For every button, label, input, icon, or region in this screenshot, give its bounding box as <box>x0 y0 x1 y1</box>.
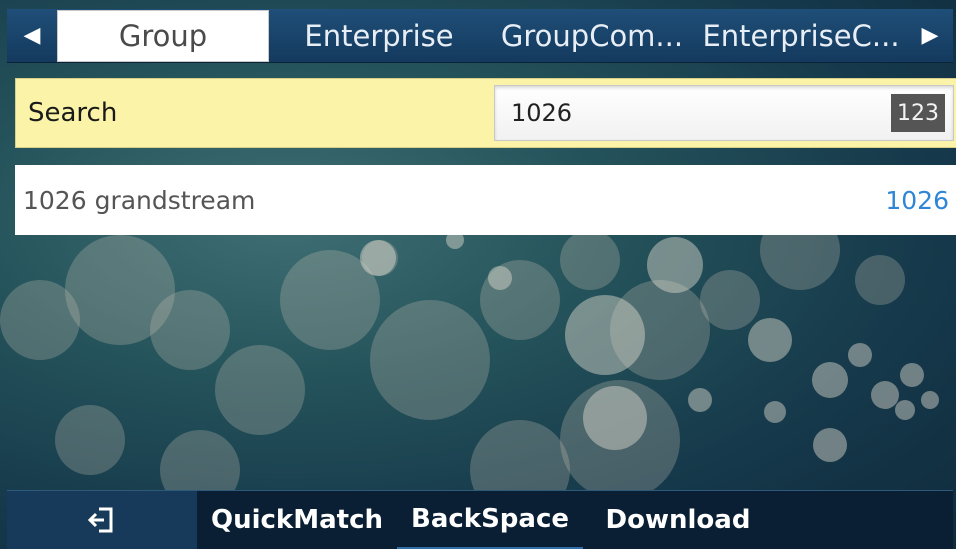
contact-number: 1026 <box>885 185 949 215</box>
tab-enterprise[interactable]: Enterprise <box>269 10 489 62</box>
contact-name: 1026 grandstream <box>23 185 256 215</box>
tab-group-common[interactable]: GroupCom... <box>489 10 695 62</box>
search-row: Search 1026 123 <box>15 78 956 148</box>
download-button[interactable]: Download <box>583 491 773 549</box>
search-input[interactable]: 1026 123 <box>494 85 954 141</box>
tab-enterprise-common[interactable]: EnterpriseC... <box>695 10 907 62</box>
exit-button[interactable] <box>7 490 197 549</box>
quickmatch-button[interactable]: QuickMatch <box>197 491 397 549</box>
directory-tab-bar: ◀ Group Enterprise GroupCom... Enterpris… <box>7 9 953 63</box>
exit-icon <box>87 507 113 533</box>
tab-group[interactable]: Group <box>57 10 269 62</box>
tab-next-arrow-icon[interactable]: ▶ <box>907 9 953 63</box>
tab-prev-arrow-icon[interactable]: ◀ <box>7 9 57 63</box>
search-label: Search <box>28 98 118 128</box>
phone-screen: ◀ Group Enterprise GroupCom... Enterpris… <box>0 0 956 549</box>
list-item[interactable]: 1026 grandstream 1026 <box>15 165 956 235</box>
backspace-button[interactable]: BackSpace <box>397 491 583 549</box>
search-input-value: 1026 <box>511 99 573 127</box>
softkey-bar: QuickMatch BackSpace Download <box>7 490 953 549</box>
input-mode-badge[interactable]: 123 <box>891 94 945 132</box>
